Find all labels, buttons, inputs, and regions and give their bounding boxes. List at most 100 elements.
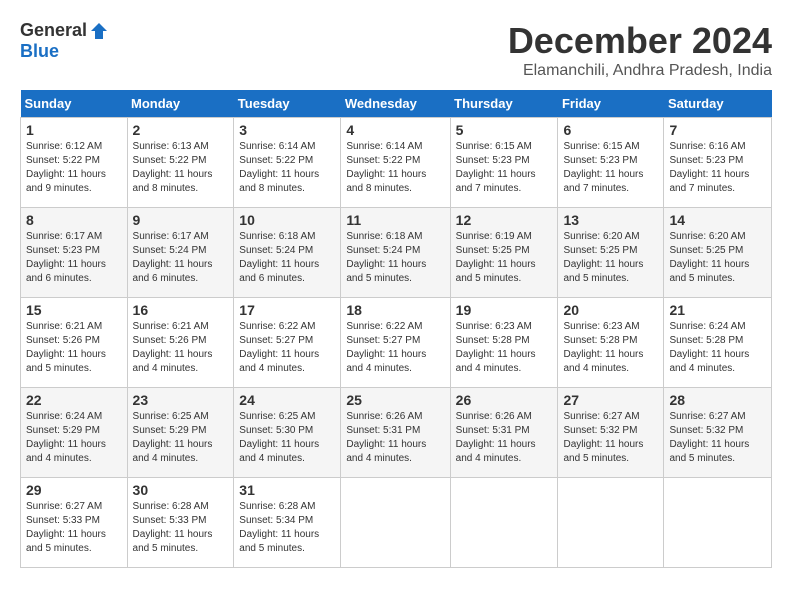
day-info: Sunrise: 6:17 AMSunset: 5:23 PMDaylight:… (26, 230, 122, 286)
day-number: 27 (563, 392, 658, 408)
day-number: 21 (669, 302, 766, 318)
cell-week5-day2: 31 Sunrise: 6:28 AMSunset: 5:34 PMDayligh… (234, 478, 341, 568)
day-info: Sunrise: 6:17 AMSunset: 5:24 PMDaylight:… (133, 230, 229, 286)
day-number: 9 (133, 212, 229, 228)
day-info: Sunrise: 6:22 AMSunset: 5:27 PMDaylight:… (346, 320, 444, 376)
day-info: Sunrise: 6:23 AMSunset: 5:28 PMDaylight:… (563, 320, 658, 376)
cell-week2-day5: 13 Sunrise: 6:20 AMSunset: 5:25 PMDayligh… (558, 208, 664, 298)
week-row-4: 22 Sunrise: 6:24 AMSunset: 5:29 PMDayligh… (21, 388, 772, 478)
col-wednesday: Wednesday (341, 90, 450, 118)
calendar-table: Sunday Monday Tuesday Wednesday Thursday… (20, 90, 772, 568)
logo-general-text: General (20, 20, 87, 41)
col-tuesday: Tuesday (234, 90, 341, 118)
day-info: Sunrise: 6:21 AMSunset: 5:26 PMDaylight:… (133, 320, 229, 376)
day-info: Sunrise: 6:21 AMSunset: 5:26 PMDaylight:… (26, 320, 122, 376)
cell-week4-day6: 28 Sunrise: 6:27 AMSunset: 5:32 PMDayligh… (664, 388, 772, 478)
day-info: Sunrise: 6:27 AMSunset: 5:32 PMDaylight:… (563, 410, 658, 466)
col-sunday: Sunday (21, 90, 128, 118)
week-row-3: 15 Sunrise: 6:21 AMSunset: 5:26 PMDayligh… (21, 298, 772, 388)
day-info: Sunrise: 6:18 AMSunset: 5:24 PMDaylight:… (346, 230, 444, 286)
cell-week4-day5: 27 Sunrise: 6:27 AMSunset: 5:32 PMDayligh… (558, 388, 664, 478)
cell-week2-day4: 12 Sunrise: 6:19 AMSunset: 5:25 PMDayligh… (450, 208, 558, 298)
week-row-2: 8 Sunrise: 6:17 AMSunset: 5:23 PMDaylight… (21, 208, 772, 298)
day-number: 20 (563, 302, 658, 318)
cell-week5-day4 (450, 478, 558, 568)
cell-week5-day3 (341, 478, 450, 568)
day-info: Sunrise: 6:27 AMSunset: 5:32 PMDaylight:… (669, 410, 766, 466)
day-number: 12 (456, 212, 553, 228)
cell-week5-day5 (558, 478, 664, 568)
day-info: Sunrise: 6:13 AMSunset: 5:22 PMDaylight:… (133, 140, 229, 196)
day-number: 31 (239, 482, 335, 498)
day-info: Sunrise: 6:14 AMSunset: 5:22 PMDaylight:… (346, 140, 444, 196)
cell-week3-day4: 19 Sunrise: 6:23 AMSunset: 5:28 PMDayligh… (450, 298, 558, 388)
cell-week1-day6: 7 Sunrise: 6:16 AMSunset: 5:23 PMDaylight… (664, 118, 772, 208)
day-number: 29 (26, 482, 122, 498)
day-number: 14 (669, 212, 766, 228)
day-info: Sunrise: 6:26 AMSunset: 5:31 PMDaylight:… (456, 410, 553, 466)
day-number: 6 (563, 122, 658, 138)
header: General Blue December 2024 Elamanchili, … (20, 20, 772, 80)
cell-week4-day1: 23Sunrise: 6:25 AMSunset: 5:29 PMDayligh… (127, 388, 234, 478)
day-number: 22 (26, 392, 122, 408)
month-title: December 2024 (508, 20, 772, 62)
day-number: 3 (239, 122, 335, 138)
col-monday: Monday (127, 90, 234, 118)
day-info: Sunrise: 6:27 AMSunset: 5:33 PMDaylight:… (26, 500, 122, 556)
week-row-1: 1Sunrise: 6:12 AMSunset: 5:22 PMDaylight… (21, 118, 772, 208)
cell-week3-day5: 20 Sunrise: 6:23 AMSunset: 5:28 PMDayligh… (558, 298, 664, 388)
day-info: Sunrise: 6:23 AMSunset: 5:28 PMDaylight:… (456, 320, 553, 376)
day-number: 24 (239, 392, 335, 408)
day-number: 10 (239, 212, 335, 228)
day-info: Sunrise: 6:12 AMSunset: 5:22 PMDaylight:… (26, 140, 122, 196)
day-info: Sunrise: 6:15 AMSunset: 5:23 PMDaylight:… (456, 140, 553, 196)
cell-week4-day2: 24 Sunrise: 6:25 AMSunset: 5:30 PMDayligh… (234, 388, 341, 478)
cell-week2-day0: 8 Sunrise: 6:17 AMSunset: 5:23 PMDaylight… (21, 208, 128, 298)
day-info: Sunrise: 6:25 AMSunset: 5:30 PMDaylight:… (239, 410, 335, 466)
cell-week1-day1: 2Sunrise: 6:13 AMSunset: 5:22 PMDaylight… (127, 118, 234, 208)
day-number: 4 (346, 122, 444, 138)
cell-week1-day4: 5Sunrise: 6:15 AMSunset: 5:23 PMDaylight… (450, 118, 558, 208)
day-info: Sunrise: 6:16 AMSunset: 5:23 PMDaylight:… (669, 140, 766, 196)
col-saturday: Saturday (664, 90, 772, 118)
logo-icon (89, 21, 109, 41)
logo: General Blue (20, 20, 109, 62)
day-info: Sunrise: 6:28 AMSunset: 5:34 PMDaylight:… (239, 500, 335, 556)
day-number: 8 (26, 212, 122, 228)
cell-week2-day3: 11 Sunrise: 6:18 AMSunset: 5:24 PMDayligh… (341, 208, 450, 298)
day-number: 28 (669, 392, 766, 408)
cell-week2-day1: 9 Sunrise: 6:17 AMSunset: 5:24 PMDaylight… (127, 208, 234, 298)
cell-week1-day3: 4 Sunrise: 6:14 AMSunset: 5:22 PMDaylight… (341, 118, 450, 208)
day-number: 23 (133, 392, 229, 408)
cell-week2-day6: 14Sunrise: 6:20 AMSunset: 5:25 PMDayligh… (664, 208, 772, 298)
day-number: 15 (26, 302, 122, 318)
day-info: Sunrise: 6:28 AMSunset: 5:33 PMDaylight:… (133, 500, 229, 556)
col-thursday: Thursday (450, 90, 558, 118)
day-number: 11 (346, 212, 444, 228)
day-number: 19 (456, 302, 553, 318)
day-number: 26 (456, 392, 553, 408)
day-number: 17 (239, 302, 335, 318)
cell-week1-day5: 6 Sunrise: 6:15 AMSunset: 5:23 PMDaylight… (558, 118, 664, 208)
day-info: Sunrise: 6:15 AMSunset: 5:23 PMDaylight:… (563, 140, 658, 196)
cell-week5-day1: 30 Sunrise: 6:28 AMSunset: 5:33 PMDayligh… (127, 478, 234, 568)
day-number: 7 (669, 122, 766, 138)
day-number: 13 (563, 212, 658, 228)
header-row: Sunday Monday Tuesday Wednesday Thursday… (21, 90, 772, 118)
cell-week5-day0: 29 Sunrise: 6:27 AMSunset: 5:33 PMDayligh… (21, 478, 128, 568)
location-title: Elamanchili, Andhra Pradesh, India (508, 62, 772, 80)
day-info: Sunrise: 6:14 AMSunset: 5:22 PMDaylight:… (239, 140, 335, 196)
day-number: 30 (133, 482, 229, 498)
week-row-5: 29 Sunrise: 6:27 AMSunset: 5:33 PMDayligh… (21, 478, 772, 568)
title-area: December 2024 Elamanchili, Andhra Prades… (508, 20, 772, 80)
day-info: Sunrise: 6:20 AMSunset: 5:25 PMDaylight:… (563, 230, 658, 286)
cell-week4-day0: 22 Sunrise: 6:24 AMSunset: 5:29 PMDayligh… (21, 388, 128, 478)
cell-week3-day2: 17Sunrise: 6:22 AMSunset: 5:27 PMDayligh… (234, 298, 341, 388)
day-info: Sunrise: 6:24 AMSunset: 5:28 PMDaylight:… (669, 320, 766, 376)
cell-week3-day0: 15 Sunrise: 6:21 AMSunset: 5:26 PMDayligh… (21, 298, 128, 388)
col-friday: Friday (558, 90, 664, 118)
cell-week4-day4: 26 Sunrise: 6:26 AMSunset: 5:31 PMDayligh… (450, 388, 558, 478)
day-number: 18 (346, 302, 444, 318)
day-info: Sunrise: 6:19 AMSunset: 5:25 PMDaylight:… (456, 230, 553, 286)
day-info: Sunrise: 6:24 AMSunset: 5:29 PMDaylight:… (26, 410, 122, 466)
